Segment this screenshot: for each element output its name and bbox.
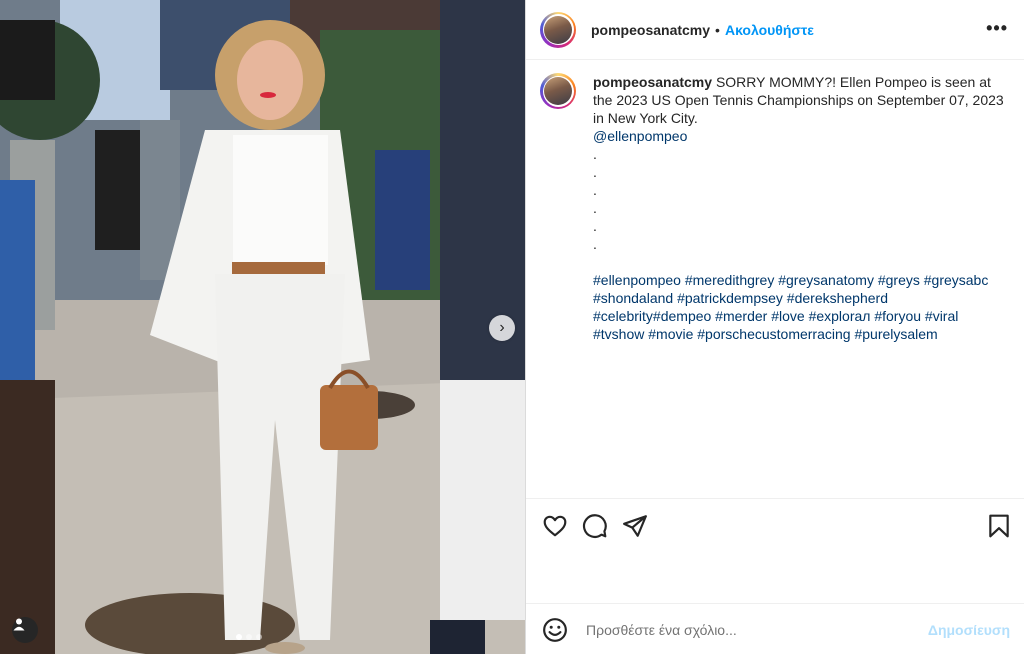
comment-input[interactable] [584, 620, 908, 639]
caption-hashtags[interactable]: #ellenpompeo #meredithgrey #greysanatomy… [593, 271, 998, 343]
caption-avatar[interactable] [540, 73, 576, 109]
add-comment-bar: Δημοσίευση [526, 603, 1024, 655]
caption-mention[interactable]: @ellenpompeo [593, 127, 1010, 145]
next-slide-button[interactable]: › [489, 315, 515, 341]
bookmark-icon[interactable] [986, 513, 1012, 539]
caption-dot: . [593, 236, 597, 252]
chevron-right-icon: › [499, 319, 505, 336]
caption-body: pompeosanatcmy SORRY MOMMY?! Ellen Pompe… [593, 73, 1010, 343]
carousel-dot [256, 634, 262, 640]
header-separator: • [715, 21, 720, 38]
header-username[interactable]: pompeosanatcmy [591, 22, 710, 38]
caption-username[interactable]: pompeosanatcmy [593, 74, 712, 90]
comment-icon[interactable] [582, 513, 608, 539]
post-photo[interactable]: › [0, 0, 525, 654]
post-header: pompeosanatcmy • Ακολουθήστε ••• [526, 0, 1024, 60]
caption-dot: . [593, 218, 597, 234]
caption-dot: . [593, 164, 597, 180]
follow-button[interactable]: Ακολουθήστε [725, 22, 814, 38]
photo-illustration [0, 0, 525, 654]
post-comment-button[interactable]: Δημοσίευση [928, 622, 1010, 638]
carousel-indicator [236, 634, 262, 640]
tagged-users-button[interactable] [12, 617, 38, 643]
post-side-panel: pompeosanatcmy • Ακολουθήστε ••• pompeos… [525, 0, 1024, 654]
caption-dot: . [593, 146, 597, 162]
user-tag-icon [13, 618, 25, 631]
emoji-icon[interactable] [542, 617, 568, 643]
carousel-dot-active [236, 634, 242, 640]
caption-dot: . [593, 182, 597, 198]
heart-icon[interactable] [542, 513, 568, 539]
share-icon[interactable] [622, 513, 648, 539]
avatar[interactable] [540, 11, 576, 48]
post-caption: pompeosanatcmy SORRY MOMMY?! Ellen Pompe… [540, 73, 1010, 343]
post-actions-bar [526, 498, 1024, 551]
caption-dot: . [593, 200, 597, 216]
carousel-dot [246, 634, 252, 640]
more-icon[interactable]: ••• [986, 18, 1008, 39]
